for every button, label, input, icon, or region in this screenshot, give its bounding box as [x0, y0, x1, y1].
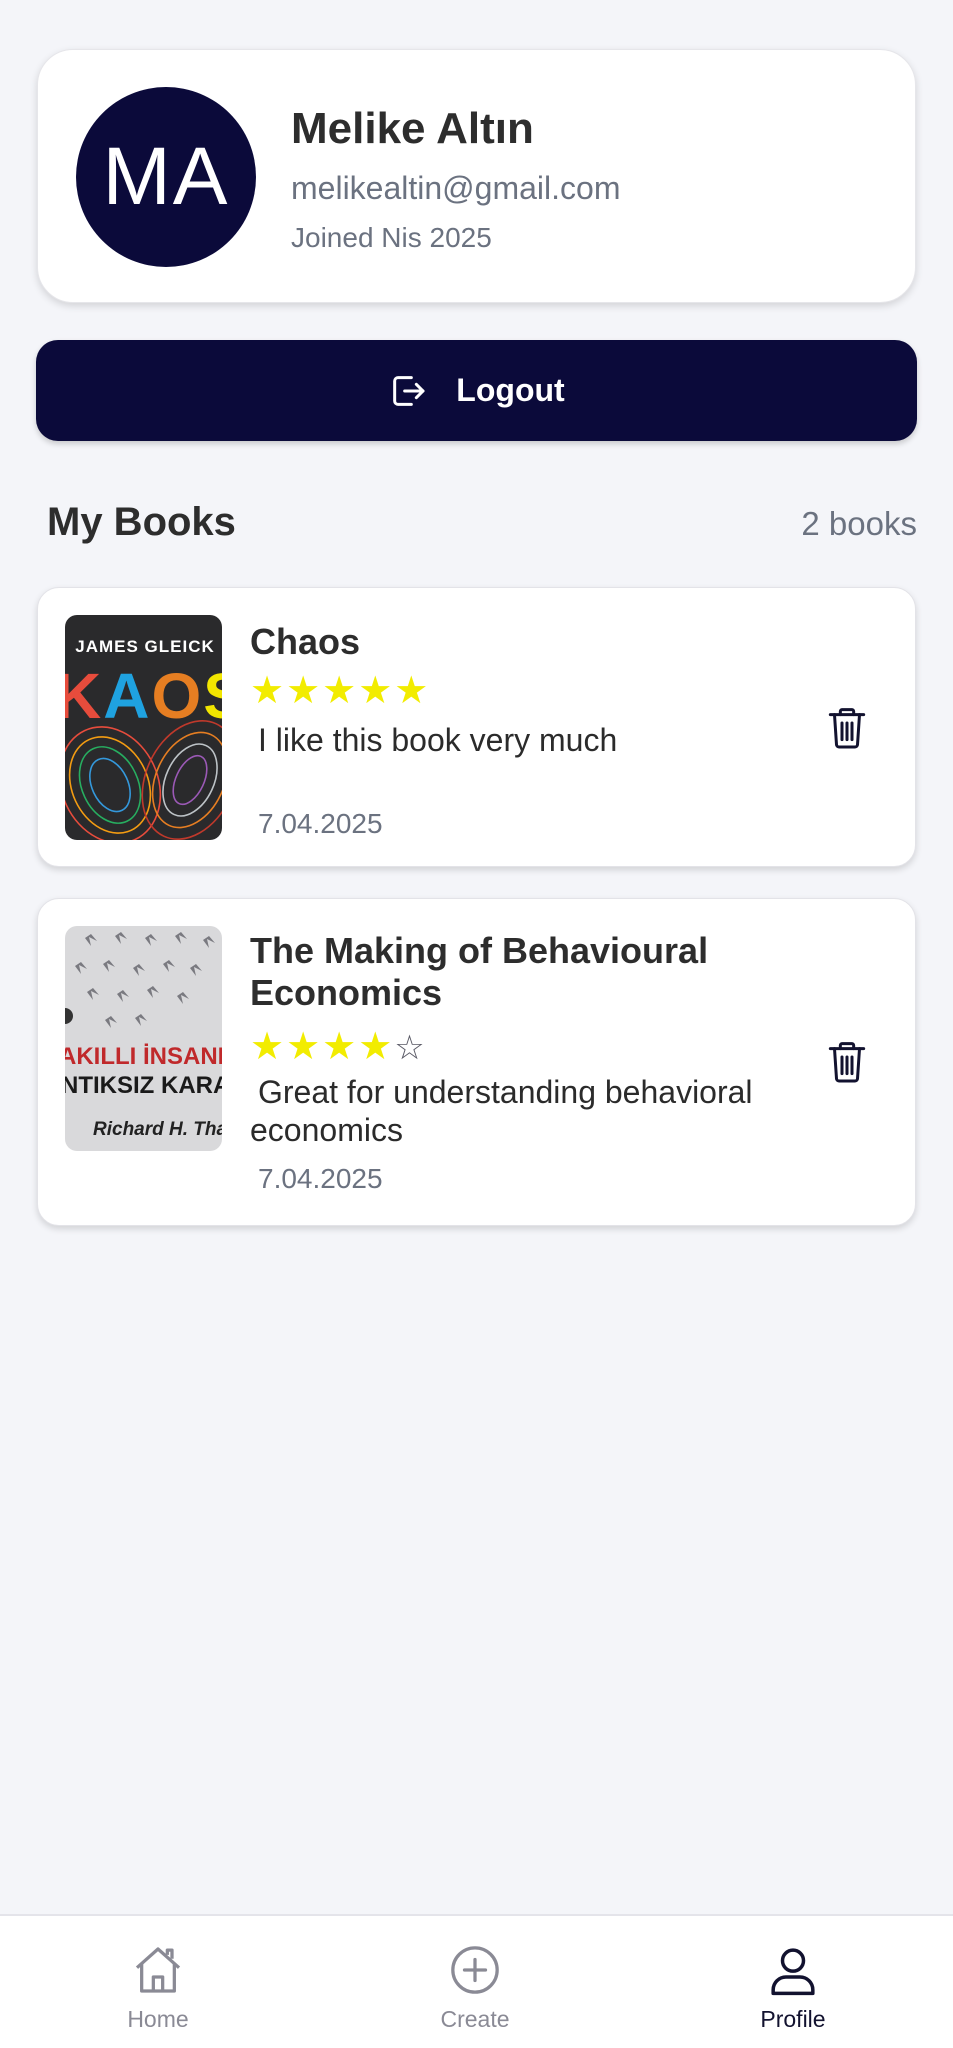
cover-author: Richard H. Tha [93, 1119, 222, 1140]
nav-create-label: Create [440, 2006, 510, 2032]
delete-button[interactable] [827, 1040, 867, 1084]
cover-author: JAMES GLEICK [75, 637, 215, 656]
book-card[interactable]: JAMES GLEICK KAOS Chaos ★★★★★ I like thi… [37, 587, 916, 867]
book-cover: JAMES GLEICK KAOS [65, 615, 222, 840]
nav-create[interactable]: Create [375, 1916, 575, 2048]
star-rating: ★★★★★ [250, 668, 430, 713]
profile-joined-date: Joined Nis 2025 [291, 222, 492, 253]
nav-profile[interactable]: Profile [693, 1916, 893, 2048]
logout-icon [393, 375, 425, 406]
cover-title-line2: NTIKSIZ KARARLA [65, 1072, 222, 1099]
book-card[interactable]: AKILLI İNSANLAR NTIKSIZ KARARLA Richard … [37, 898, 916, 1226]
section-title: My Books [47, 500, 236, 544]
trash-icon [828, 1042, 866, 1083]
star-full-icons: ★★★★★ [250, 670, 431, 712]
avatar-initials: MA [102, 131, 230, 222]
logout-label: Logout [456, 372, 565, 408]
cover-title: KAOS [65, 660, 222, 732]
star-empty-icons: ☆ [394, 1029, 427, 1067]
logout-button[interactable]: Logout [36, 340, 917, 441]
nav-home[interactable]: Home [58, 1916, 258, 2048]
star-rating: ★★★★☆ [250, 1024, 427, 1069]
book-review: I like this book very much [258, 722, 618, 758]
person-icon [771, 1948, 815, 1996]
trash-icon [828, 708, 866, 749]
book-title: Chaos [250, 621, 361, 662]
delete-button[interactable] [827, 706, 867, 750]
book-cover: AKILLI İNSANLAR NTIKSIZ KARARLA Richard … [65, 926, 222, 1151]
books-count: 2 books [801, 505, 917, 542]
plus-circle-icon [451, 1946, 499, 1994]
cover-title-line1: AKILLI İNSANLAR [65, 1043, 222, 1070]
book-review: Great for understanding behavioral econo… [250, 1074, 753, 1148]
bottom-navigation: Home Create Profile [0, 1914, 953, 2048]
nav-profile-label: Profile [760, 2006, 826, 2032]
book-date: 7.04.2025 [258, 808, 383, 839]
profile-name: Melike Altın [291, 104, 534, 153]
cover-birds-art [65, 932, 215, 1028]
avatar: MA [76, 87, 256, 267]
profile-card: MA Melike Altın melikealtin@gmail.com Jo… [37, 49, 916, 303]
star-full-icons: ★★★★ [250, 1026, 395, 1068]
home-icon [135, 1947, 181, 1993]
book-date: 7.04.2025 [258, 1163, 383, 1194]
profile-screen: MA Melike Altın melikealtin@gmail.com Jo… [0, 0, 953, 2048]
profile-email: melikealtin@gmail.com [291, 170, 621, 206]
book-title: The Making of Behavioural Economics [250, 930, 709, 1013]
nav-home-label: Home [127, 2006, 189, 2032]
